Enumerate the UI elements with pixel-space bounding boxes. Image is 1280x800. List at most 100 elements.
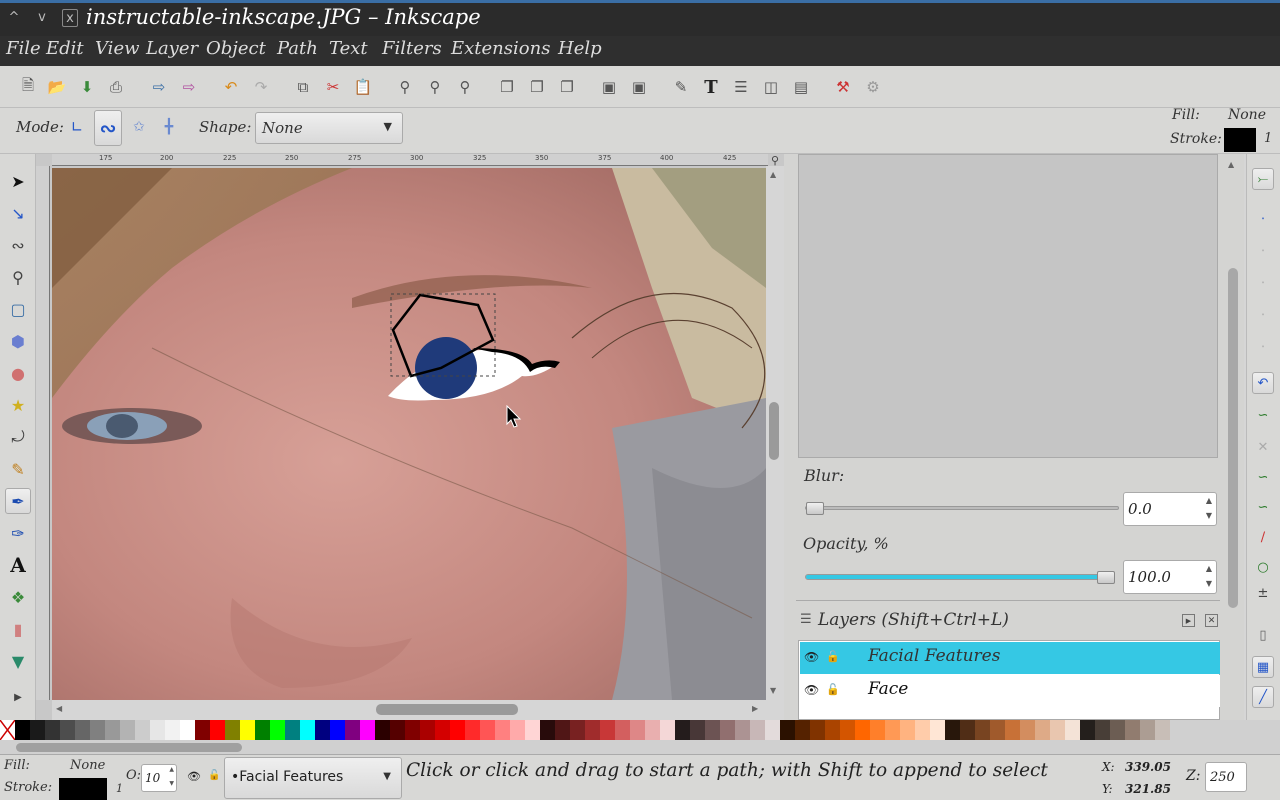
palette-swatch[interactable] bbox=[945, 720, 960, 740]
layer-lock-icon[interactable]: 🔓 bbox=[826, 650, 840, 663]
palette-swatch[interactable] bbox=[105, 720, 120, 740]
palette-swatch[interactable] bbox=[375, 720, 390, 740]
palette-swatch[interactable] bbox=[720, 720, 735, 740]
text-font-icon[interactable]: T bbox=[700, 76, 722, 98]
palette-swatch[interactable] bbox=[645, 720, 660, 740]
snap-bbox-centers-icon[interactable]: ⋅ bbox=[1252, 336, 1274, 358]
palette-swatch[interactable] bbox=[405, 720, 420, 740]
palette-swatch[interactable] bbox=[465, 720, 480, 740]
palette-swatch[interactable] bbox=[600, 720, 615, 740]
menu-extensions[interactable]: Extensions bbox=[451, 38, 550, 59]
snap-bbox-midpoints-icon[interactable]: ⋅ bbox=[1252, 304, 1274, 326]
blur-increment-icon[interactable]: ▲ bbox=[1206, 496, 1212, 505]
menu-file[interactable]: File bbox=[6, 38, 41, 59]
status-fill-value[interactable]: None bbox=[70, 758, 105, 773]
document-properties-icon[interactable]: ⚙ bbox=[862, 76, 884, 98]
scroll-down-icon[interactable]: ▼ bbox=[770, 686, 776, 695]
window-close-button[interactable]: x bbox=[62, 9, 78, 27]
snap-guides-icon[interactable]: ╱ bbox=[1252, 686, 1274, 708]
new-document-icon[interactable]: 🗎 bbox=[17, 76, 39, 98]
3d-box-tool-icon[interactable]: ⬢ bbox=[5, 328, 31, 354]
status-opacity-down-icon[interactable]: ▼ bbox=[169, 780, 174, 787]
palette-swatch[interactable] bbox=[150, 720, 165, 740]
canvas-vertical-scrollbar[interactable]: ▲ ▼ bbox=[766, 166, 784, 700]
palette-swatch[interactable] bbox=[30, 720, 45, 740]
tweak-tool-icon[interactable]: ∾ bbox=[5, 232, 31, 258]
palette-swatch[interactable] bbox=[615, 720, 630, 740]
import-icon[interactable]: ⇨ bbox=[148, 76, 170, 98]
snap-bbox-icon[interactable]: ⋅ bbox=[1252, 208, 1274, 230]
opacity-slider-thumb[interactable] bbox=[1097, 571, 1115, 584]
horizontal-ruler[interactable]: 175 200 225 250 275 300 325 350 375 400 … bbox=[52, 154, 768, 166]
palette-swatch[interactable] bbox=[630, 720, 645, 740]
palette-swatch[interactable] bbox=[300, 720, 315, 740]
regular-bezier-mode-icon[interactable]: ∟ bbox=[66, 115, 88, 139]
palette-swatch[interactable] bbox=[255, 720, 270, 740]
palette-swatch[interactable] bbox=[315, 720, 330, 740]
panel-menu-icon[interactable]: ▶ bbox=[1182, 614, 1195, 627]
palette-swatch[interactable] bbox=[390, 720, 405, 740]
enable-snapping-icon[interactable]: ⤚ bbox=[1252, 168, 1274, 190]
menu-layer[interactable]: Layer bbox=[146, 38, 198, 59]
group-icon[interactable]: ▣ bbox=[598, 76, 620, 98]
palette-swatch[interactable] bbox=[330, 720, 345, 740]
blur-spinbox[interactable]: 0.0 ▲ ▼ bbox=[1123, 492, 1217, 526]
palette-swatch[interactable] bbox=[1005, 720, 1020, 740]
snap-path-intersections-icon[interactable]: ✕ bbox=[1252, 436, 1274, 458]
redo-icon[interactable]: ↷ bbox=[250, 76, 272, 98]
palette-swatch[interactable] bbox=[1125, 720, 1140, 740]
layer-lock-icon[interactable]: 🔓 bbox=[826, 683, 840, 696]
palette-swatch[interactable] bbox=[540, 720, 555, 740]
panel-close-icon[interactable]: ✕ bbox=[1205, 614, 1218, 627]
layer-row[interactable]: 👁 🔓 Facial Features bbox=[800, 642, 1220, 674]
palette-scrollbar[interactable] bbox=[0, 740, 1280, 754]
palette-swatch[interactable] bbox=[165, 720, 180, 740]
text-tool-icon[interactable]: A bbox=[5, 552, 31, 578]
scroll-left-icon[interactable]: ◀ bbox=[56, 704, 62, 713]
canvas-horizontal-scrollbar[interactable]: ◀ ▶ bbox=[52, 700, 766, 720]
palette-swatch[interactable] bbox=[660, 720, 675, 740]
palette-swatch[interactable] bbox=[225, 720, 240, 740]
palette-swatch[interactable] bbox=[525, 720, 540, 740]
opacity-slider-track[interactable] bbox=[805, 574, 1115, 580]
blur-slider-track[interactable] bbox=[805, 506, 1119, 510]
snap-nodes-icon[interactable]: ↶ bbox=[1252, 372, 1274, 394]
menu-object[interactable]: Object bbox=[206, 38, 266, 59]
spiro-path-mode-icon[interactable]: ∾ bbox=[94, 110, 122, 146]
node-tool-icon[interactable]: ↘ bbox=[5, 200, 31, 226]
palette-swatch[interactable] bbox=[990, 720, 1005, 740]
paraxial-mode-icon[interactable]: ╋ bbox=[158, 115, 180, 139]
palette-swatch[interactable] bbox=[810, 720, 825, 740]
open-file-icon[interactable]: 📂 bbox=[46, 76, 68, 98]
layer-name[interactable]: Face bbox=[868, 679, 908, 699]
status-opacity-up-icon[interactable]: ▲ bbox=[169, 766, 174, 773]
layer-visibility-eye-icon[interactable]: 👁 bbox=[804, 650, 819, 664]
layer-row[interactable]: 👁 🔓 Face bbox=[800, 675, 1220, 707]
dock-scroll-up-icon[interactable]: ▲ bbox=[1228, 160, 1234, 169]
print-icon[interactable]: ⎙ bbox=[105, 76, 127, 98]
stroke-indicator-swatch[interactable] bbox=[1224, 128, 1256, 152]
vertical-ruler[interactable] bbox=[36, 166, 50, 700]
star-tool-icon[interactable]: ★ bbox=[5, 392, 31, 418]
zoom-selection-icon[interactable]: ⚲ bbox=[394, 76, 416, 98]
clone-icon[interactable]: ❐ bbox=[526, 76, 548, 98]
palette-swatch[interactable] bbox=[1050, 720, 1065, 740]
status-stroke-swatch[interactable] bbox=[59, 778, 107, 800]
zoom-spinbox[interactable]: 250 bbox=[1205, 762, 1247, 792]
ungroup-icon[interactable]: ▣ bbox=[628, 76, 650, 98]
palette-swatch[interactable] bbox=[840, 720, 855, 740]
palette-swatch[interactable] bbox=[1095, 720, 1110, 740]
current-layer-dropdown[interactable]: •Facial Features ▼ bbox=[224, 757, 402, 799]
snap-line-midpoints-icon[interactable]: ∕ bbox=[1252, 526, 1274, 548]
snap-bbox-edges-icon[interactable]: ⋅ bbox=[1252, 240, 1274, 262]
palette-swatch[interactable] bbox=[765, 720, 780, 740]
palette-swatch[interactable] bbox=[870, 720, 885, 740]
blur-slider-thumb[interactable] bbox=[806, 502, 824, 515]
palette-swatch[interactable] bbox=[750, 720, 765, 740]
opacity-increment-icon[interactable]: ▲ bbox=[1206, 564, 1212, 573]
window-up-button[interactable]: ^ bbox=[6, 9, 22, 27]
dock-scroll-thumb[interactable] bbox=[1228, 268, 1238, 608]
pencil-tool-icon[interactable]: ✎ bbox=[5, 456, 31, 482]
palette-swatch[interactable] bbox=[75, 720, 90, 740]
unlink-clone-icon[interactable]: ❐ bbox=[556, 76, 578, 98]
